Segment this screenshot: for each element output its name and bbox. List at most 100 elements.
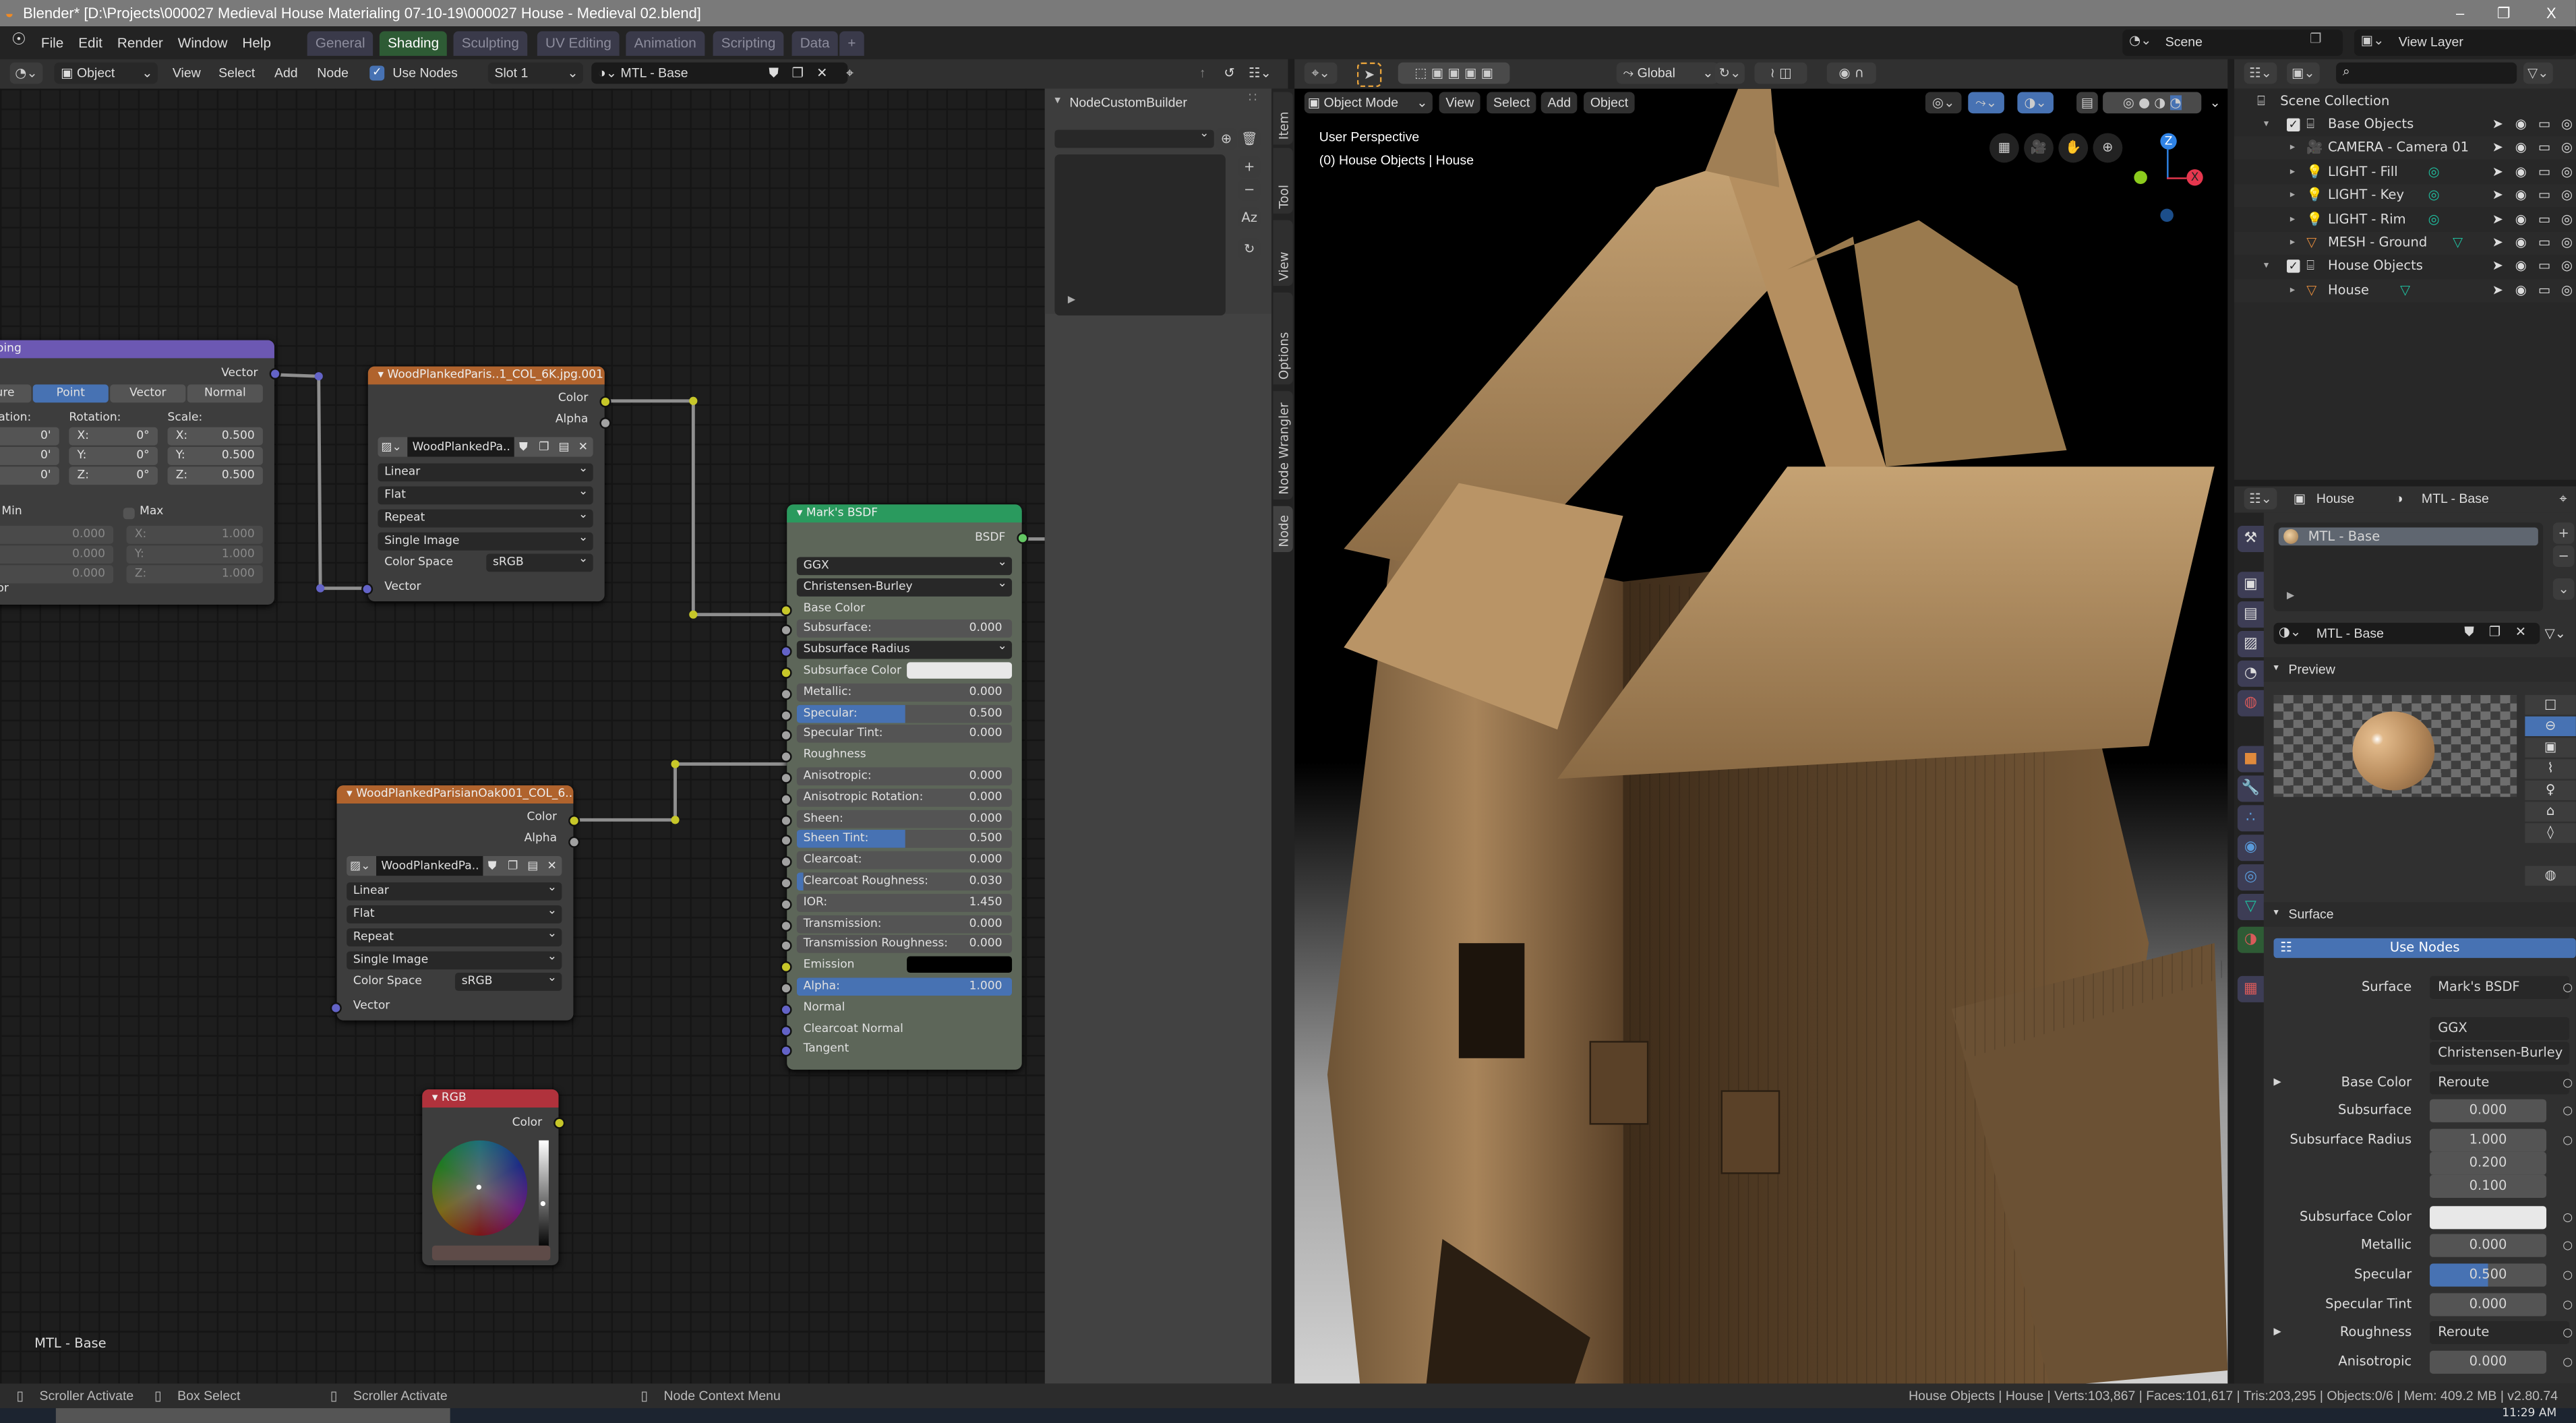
projection-dropdown[interactable]: Flat bbox=[378, 483, 593, 505]
add-item-icon[interactable]: + bbox=[1238, 156, 1261, 178]
socket-subsurface[interactable] bbox=[780, 625, 792, 637]
sidebar-tab-item[interactable]: Item bbox=[1273, 92, 1293, 145]
pin-icon[interactable]: ⌖ bbox=[2560, 488, 2567, 510]
menu-edit[interactable]: Edit bbox=[78, 26, 102, 59]
field-sheen[interactable]: Sheen: 0.000 bbox=[796, 809, 1013, 828]
projection-dropdown[interactable]: Flat bbox=[347, 902, 562, 924]
viewport-editor-type-icon[interactable]: ⌖⌄ bbox=[1304, 62, 1338, 84]
collapse-icon[interactable]: ▾ bbox=[2264, 255, 2269, 278]
menu-node[interactable]: Node bbox=[317, 63, 349, 84]
drag-handle-icon[interactable]: ∷ bbox=[1249, 90, 1257, 105]
interpolation-dropdown[interactable]: Linear bbox=[378, 460, 593, 482]
fake-user-icon[interactable]: ⛊ bbox=[488, 856, 497, 876]
material-selector[interactable]: ◑⌄ MTL - Base ⛊ ❐ ✕ bbox=[591, 62, 848, 84]
socket-alpha[interactable] bbox=[780, 982, 792, 994]
rgb-node-header[interactable]: ▾ RGB bbox=[422, 1089, 559, 1108]
filter-icon[interactable]: ▽⌄ bbox=[2523, 62, 2553, 84]
image-output-alpha-socket[interactable] bbox=[568, 836, 580, 848]
image-browse-icon[interactable]: ▨⌄ bbox=[350, 856, 370, 876]
outliner-editor-type-icon[interactable]: ☷⌄ bbox=[2244, 62, 2277, 84]
image-node-header[interactable]: ▾ WoodPlankedParis..1_COL_6K.jpg.001 bbox=[367, 366, 605, 385]
render-icon[interactable]: ◎ bbox=[2561, 160, 2573, 183]
menu-window[interactable]: Window bbox=[178, 26, 228, 59]
collapse-icon[interactable]: ▾ bbox=[432, 1091, 442, 1105]
taskbar-search[interactable] bbox=[55, 1408, 450, 1423]
outliner-row-light-key[interactable]: ▸ 💡 LIGHT - Key ◎ ➤ ◉ ▭ ◎ bbox=[2234, 184, 2576, 208]
socket-clearcoat-roughness[interactable] bbox=[780, 877, 792, 889]
add-folder-icon[interactable]: ⊕ bbox=[1216, 128, 1237, 150]
visibility-icon[interactable]: ◎⌄ bbox=[1925, 92, 1962, 114]
overlay-toggle-icon[interactable]: ◑⌄ bbox=[2017, 92, 2054, 114]
viewport-display-icon[interactable]: ▭ bbox=[2538, 137, 2550, 160]
add-slot-icon[interactable]: + bbox=[2552, 522, 2575, 544]
select-tool-icon[interactable]: ➤ bbox=[1356, 62, 1382, 88]
collapse-icon[interactable]: ▾ bbox=[2274, 907, 2279, 919]
preview-panel-header[interactable]: ▾ Preview bbox=[2263, 657, 2576, 682]
slot-specials-icon[interactable]: ⌄ bbox=[2552, 578, 2575, 600]
editor-type-icon[interactable]: ◔⌄ bbox=[9, 62, 43, 84]
selectable-icon[interactable]: ➤ bbox=[2492, 160, 2503, 183]
location-field[interactable]: 0' bbox=[0, 466, 59, 485]
display-mode-icon[interactable]: ▣⌄ bbox=[2287, 62, 2320, 84]
close-button[interactable]: X bbox=[2546, 0, 2556, 26]
dropdown-subsurface-radius[interactable]: Subsurface Radius bbox=[796, 638, 1013, 659]
image-browse-icon[interactable]: ▨⌄ bbox=[381, 437, 401, 456]
socket-sheen-tint[interactable] bbox=[780, 835, 792, 847]
selection-mode-buttons[interactable]: ⬚ ▣ ▣ ▣ ▣ bbox=[1398, 62, 1510, 84]
visibility-checkbox[interactable]: ✓ bbox=[2287, 118, 2300, 132]
selectable-icon[interactable]: ➤ bbox=[2492, 208, 2503, 231]
keyframe-icon[interactable]: ○ bbox=[2560, 1321, 2576, 1344]
image-texture-node[interactable]: ▾ WoodPlankedParis..1_COL_6K.jpg.001 Colo… bbox=[361, 366, 611, 602]
material-datablock-field[interactable]: ◑⌄ MTL - Base ⛊ ❐ ✕ bbox=[2273, 622, 2540, 644]
gizmo-y-axis[interactable] bbox=[2134, 171, 2147, 185]
visibility-checkbox[interactable]: ✓ bbox=[2287, 260, 2300, 274]
field-metallic[interactable]: Metallic: 0.000 bbox=[796, 683, 1013, 702]
duplicate-icon[interactable]: ❐ bbox=[539, 437, 549, 456]
mapping-type-texture[interactable]: Texture bbox=[0, 384, 32, 403]
color-wheel-cursor[interactable] bbox=[476, 1184, 481, 1190]
unlink-icon[interactable]: ✕ bbox=[547, 856, 556, 876]
menu-view[interactable]: View bbox=[173, 63, 201, 84]
max-checkbox[interactable] bbox=[123, 508, 135, 520]
physics-icon[interactable]: ◉ bbox=[2237, 835, 2264, 861]
keyframe-icon[interactable]: ○ bbox=[2560, 1234, 2576, 1257]
collapse-icon[interactable]: ▾ bbox=[1054, 94, 1060, 107]
unlink-icon[interactable]: ✕ bbox=[578, 437, 588, 456]
material-slot-list[interactable]: MTL - Base ▶ bbox=[2273, 522, 2544, 611]
scene-icon[interactable]: ◔ bbox=[2237, 660, 2264, 687]
field-anisotropic[interactable]: Anisotropic: 0.000 bbox=[796, 767, 1013, 786]
selectable-icon[interactable]: ➤ bbox=[2492, 184, 2503, 207]
object-icon[interactable]: ■ bbox=[2237, 746, 2264, 773]
image-output-alpha-socket[interactable] bbox=[599, 417, 611, 429]
socket-transmission-roughness[interactable] bbox=[780, 940, 792, 952]
eye-icon[interactable]: ◉ bbox=[2515, 208, 2527, 231]
zoom-icon[interactable]: ⊕ bbox=[2093, 133, 2123, 163]
viewport-display-icon[interactable]: ▭ bbox=[2538, 255, 2550, 278]
texture-icon[interactable]: ▦ bbox=[2237, 975, 2264, 1002]
menu-file[interactable]: File bbox=[41, 26, 63, 59]
viewport-display-icon[interactable]: ▭ bbox=[2538, 113, 2550, 136]
xray-icon[interactable]: ▤ bbox=[2076, 92, 2098, 114]
image-texture-node[interactable]: ▾ WoodPlankedParisianOak001_COL_6.. Color… bbox=[330, 785, 580, 1021]
image-selector[interactable]: ▨⌄ WoodPlankedPa.. ⛊ ❐ ▤ ✕ bbox=[347, 855, 562, 876]
mapping-type-normal[interactable]: Normal bbox=[187, 384, 263, 403]
field-ior[interactable]: IOR: 1.450 bbox=[796, 893, 1013, 912]
expand-icon[interactable]: ▸ bbox=[2290, 184, 2295, 207]
color-space-dropdown[interactable]: sRGB bbox=[486, 551, 593, 572]
render-icon[interactable]: ◎ bbox=[2561, 208, 2573, 231]
duplicate-icon[interactable]: ❐ bbox=[2489, 624, 2500, 639]
collapse-icon[interactable]: ▾ bbox=[2274, 662, 2279, 673]
tab-workspace-sculpting[interactable]: Sculpting bbox=[453, 31, 528, 56]
eye-icon[interactable]: ◉ bbox=[2515, 113, 2527, 136]
extension-dropdown[interactable]: Repeat bbox=[347, 925, 562, 947]
outliner-row-house-objects[interactable]: ▾ ✓ ⌸ House Objects ➤ ◉ ▭ ◎ bbox=[2234, 255, 2576, 278]
image-input-vector-socket[interactable] bbox=[330, 1002, 342, 1014]
image-output-color-socket[interactable] bbox=[568, 815, 580, 827]
modifier-icon[interactable]: 🔧 bbox=[2237, 775, 2264, 802]
socket-anisotropic[interactable] bbox=[780, 772, 792, 784]
light-data-icon[interactable]: ◎ bbox=[2428, 160, 2440, 183]
viewport-display-icon[interactable]: ▭ bbox=[2538, 232, 2550, 255]
mesh-data-icon[interactable]: ▽ bbox=[2400, 279, 2410, 302]
property-field[interactable]: Reroute bbox=[2430, 1321, 2570, 1344]
slot-dropdown[interactable]: Slot 1 ⌄ bbox=[487, 62, 584, 84]
